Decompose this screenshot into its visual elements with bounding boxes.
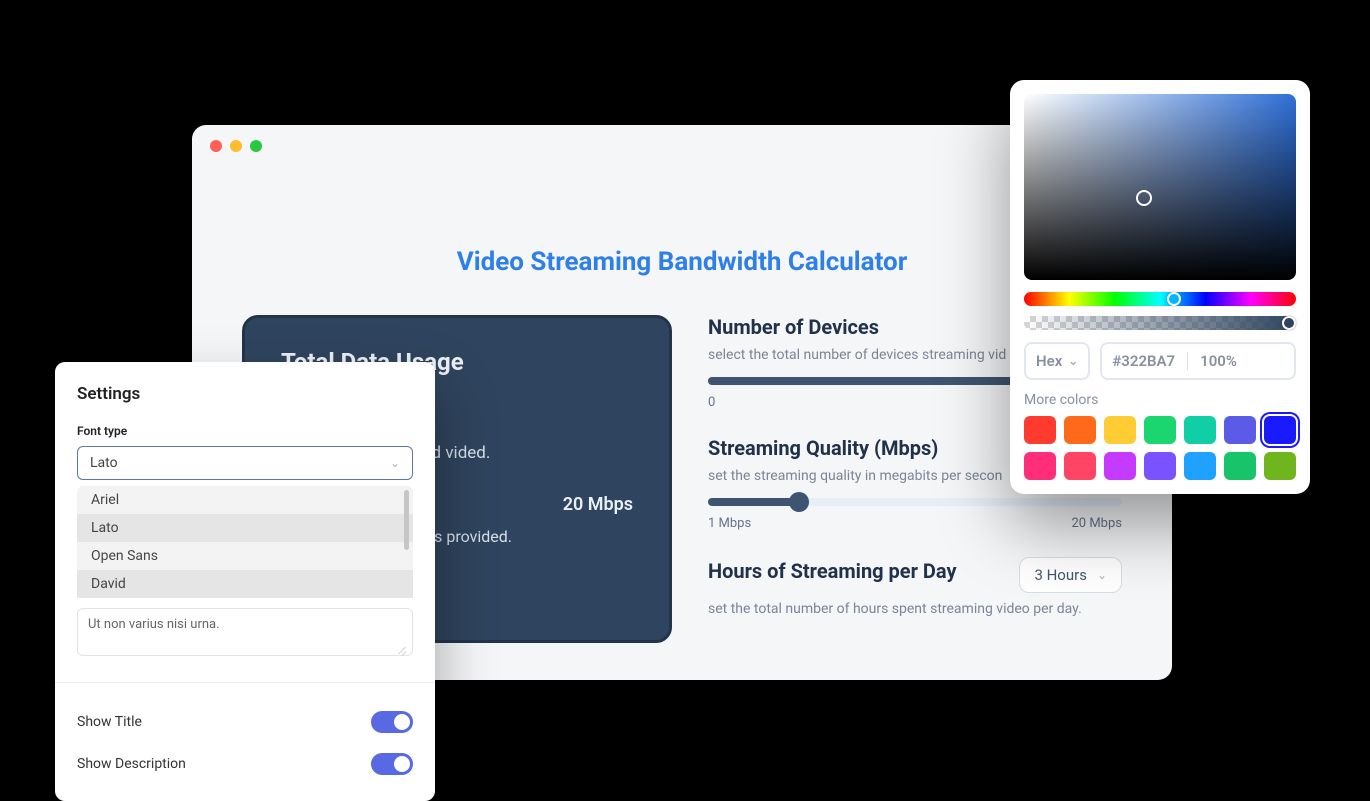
hue-slider-thumb[interactable] — [1167, 292, 1181, 306]
font-type-label: Font type — [77, 424, 413, 438]
hours-label: Hours of Streaming per Day — [708, 559, 957, 583]
hex-input-group: #322BA7 100% — [1100, 342, 1296, 380]
color-swatch[interactable] — [1104, 452, 1136, 480]
alpha-slider[interactable] — [1024, 316, 1296, 330]
color-swatch[interactable] — [1064, 452, 1096, 480]
font-select[interactable]: Lato ⌄ — [77, 446, 413, 480]
color-cursor[interactable] — [1136, 190, 1152, 206]
show-description-row: Show Description — [77, 743, 413, 785]
hue-slider[interactable] — [1024, 292, 1296, 306]
divider — [55, 682, 435, 683]
quality-slider[interactable] — [708, 498, 1122, 506]
minimize-icon[interactable] — [230, 140, 242, 152]
font-option-ariel[interactable]: Ariel — [77, 486, 413, 514]
color-swatch[interactable] — [1224, 416, 1256, 444]
scrollbar[interactable] — [404, 490, 409, 550]
color-gradient[interactable] — [1024, 94, 1296, 280]
chevron-down-icon: ⌄ — [1068, 354, 1078, 368]
font-option-opensans[interactable]: Open Sans — [77, 542, 413, 570]
stat-value: 20 Mbps — [563, 494, 633, 515]
font-option-lato[interactable]: Lato — [77, 514, 413, 542]
hours-desc: set the total number of hours spent stre… — [708, 601, 1122, 617]
color-mode-select[interactable]: Hex ⌄ — [1024, 342, 1090, 380]
color-swatches — [1024, 416, 1296, 480]
devices-min-label: 0 — [708, 395, 715, 410]
description-textarea[interactable] — [77, 608, 413, 656]
color-swatch[interactable] — [1024, 452, 1056, 480]
color-swatch[interactable] — [1184, 452, 1216, 480]
color-swatch[interactable] — [1064, 416, 1096, 444]
more-colors-label: More colors — [1024, 392, 1296, 408]
font-option-david[interactable]: David — [77, 570, 413, 598]
color-mode-value: Hex — [1036, 352, 1062, 370]
divider — [1187, 352, 1188, 370]
color-swatch[interactable] — [1024, 416, 1056, 444]
resize-handle-icon[interactable] — [397, 644, 407, 654]
chevron-down-icon: ⌄ — [1097, 568, 1107, 582]
show-description-label: Show Description — [77, 756, 186, 772]
font-select-value: Lato — [90, 455, 118, 471]
settings-panel: Settings Font type Lato ⌄ Ariel Lato Ope… — [55, 362, 435, 801]
field-hours: Hours of Streaming per Day 3 Hours ⌄ set… — [708, 557, 1122, 617]
show-title-row: Show Title — [77, 701, 413, 743]
show-description-toggle[interactable] — [371, 753, 413, 775]
hours-select[interactable]: 3 Hours ⌄ — [1019, 557, 1122, 593]
quality-max-label: 20 Mbps — [1072, 516, 1123, 531]
color-swatch[interactable] — [1224, 452, 1256, 480]
color-picker-panel: Hex ⌄ #322BA7 100% More colors — [1010, 80, 1310, 494]
hours-value: 3 Hours — [1034, 566, 1087, 584]
show-title-label: Show Title — [77, 714, 142, 730]
page-title: Video Streaming Bandwidth Calculator — [242, 247, 1122, 277]
color-swatch[interactable] — [1144, 452, 1176, 480]
maximize-icon[interactable] — [250, 140, 262, 152]
color-swatch[interactable] — [1184, 416, 1216, 444]
show-title-toggle[interactable] — [371, 711, 413, 733]
quality-slider-thumb[interactable] — [789, 492, 809, 512]
color-swatch[interactable] — [1264, 452, 1296, 480]
settings-title: Settings — [77, 384, 413, 404]
color-swatch[interactable] — [1264, 416, 1296, 444]
color-swatch[interactable] — [1104, 416, 1136, 444]
font-dropdown: Ariel Lato Open Sans David — [77, 486, 413, 598]
close-icon[interactable] — [210, 140, 222, 152]
chevron-down-icon: ⌄ — [390, 456, 400, 470]
alpha-value[interactable]: 100% — [1200, 352, 1237, 370]
hex-value[interactable]: #322BA7 — [1112, 352, 1175, 370]
color-swatch[interactable] — [1144, 416, 1176, 444]
quality-min-label: 1 Mbps — [708, 516, 751, 531]
alpha-slider-thumb[interactable] — [1282, 316, 1296, 330]
